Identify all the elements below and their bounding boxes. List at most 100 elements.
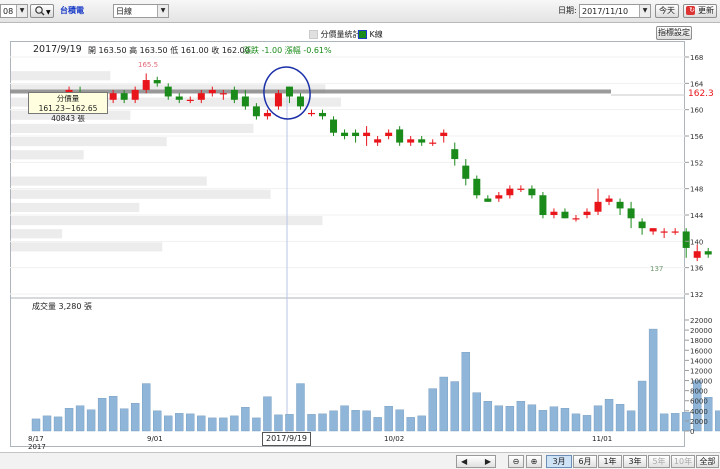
price-tick-label: 148 — [690, 186, 703, 194]
candle-body — [230, 89, 238, 100]
legend-profile-label: 分價量統計 — [320, 30, 361, 39]
zoom-all[interactable]: 全部 — [696, 455, 719, 468]
candle-body — [208, 89, 216, 94]
candle-body — [704, 251, 712, 255]
volume-bar — [659, 413, 669, 432]
volume-tick-label: 14000 — [690, 357, 712, 365]
volume-bar — [670, 413, 680, 432]
volume-bar — [494, 405, 504, 432]
zoom-out-icon: ⊖ — [512, 457, 520, 466]
candle-body — [539, 195, 547, 215]
zoom-1y[interactable]: 1年 — [598, 455, 622, 468]
volume-bar — [461, 352, 470, 432]
candle-body — [175, 96, 183, 100]
candle-body — [131, 89, 139, 100]
volume-tick-label: 20000 — [690, 327, 712, 335]
candle-body — [363, 132, 371, 136]
open-label: 開 — [88, 46, 96, 55]
volume-title: 成交量 3,280 張 — [32, 302, 92, 311]
x-label-year: 2017 — [28, 443, 46, 451]
candle-body — [495, 195, 503, 199]
volume-bar — [395, 409, 404, 432]
zoom-out-button[interactable]: ⊖ — [508, 455, 524, 468]
candle-body — [252, 106, 260, 117]
candle-body — [308, 112, 315, 115]
candle-body — [120, 93, 128, 100]
stock-chart[interactable]: 132 136 140 144 148 152 156 160 164 168 0 2000 4000… — [0, 0, 720, 468]
candle-body — [341, 132, 349, 136]
candle-body — [649, 228, 657, 232]
candle-body — [616, 201, 624, 209]
volume-bar — [582, 415, 592, 432]
volume-bar — [53, 416, 63, 432]
tooltip-range: 分價量161.23~162.65 — [38, 94, 98, 113]
current-price-readout: 162.3 — [688, 89, 714, 99]
volume-bar — [428, 388, 437, 432]
zoom-5y[interactable]: 5年 — [648, 455, 670, 468]
candle-body — [682, 231, 690, 248]
candle-body — [572, 218, 580, 220]
price-tick-label: 132 — [690, 291, 703, 299]
volume-bar — [153, 410, 162, 432]
profile-band — [11, 150, 84, 160]
legend-profile[interactable]: 分價量統計 — [309, 29, 361, 40]
candle-body — [285, 86, 293, 97]
zoom-6m[interactable]: 6月 — [573, 455, 597, 468]
scroll-right-icon[interactable]: ▶ — [485, 456, 491, 467]
price-tick-label: 140 — [690, 238, 703, 246]
volume-tick-label: 10000 — [690, 378, 712, 386]
zoom-in-button[interactable]: ⊕ — [526, 455, 542, 468]
candle-body — [693, 251, 701, 258]
volume-bar — [75, 405, 85, 432]
volume-bar — [417, 415, 426, 432]
candle-body — [517, 188, 525, 190]
volume-bar — [274, 414, 283, 432]
candle-body — [263, 112, 271, 117]
candle-body — [583, 211, 591, 215]
candle-body — [109, 93, 117, 100]
zoom-10y[interactable]: 10年 — [671, 455, 695, 468]
volume-bar — [439, 376, 448, 432]
volume-bar — [483, 401, 493, 432]
profile-band — [11, 216, 323, 226]
volume-bar — [626, 410, 636, 432]
profile-legend-swatch — [309, 30, 318, 39]
zoom-3m[interactable]: 3月 — [546, 455, 572, 468]
scroll-left-icon[interactable]: ◀ — [461, 456, 467, 467]
volume-tick-label: 2000 — [690, 418, 708, 426]
profile-band — [11, 137, 167, 147]
volume-bars — [31, 328, 720, 432]
profile-band — [11, 229, 63, 239]
volume-bar — [571, 413, 581, 432]
volume-bar — [527, 404, 537, 432]
x-label-start: 8/17 — [28, 435, 44, 443]
volume-bar — [230, 415, 239, 432]
volume-bar — [516, 401, 526, 432]
low-label: 低 — [170, 46, 179, 55]
profile-band — [11, 202, 140, 212]
zoom-3y[interactable]: 3年 — [623, 455, 647, 468]
volume-bar — [175, 413, 184, 432]
x-label-nov: 11/01 — [592, 435, 613, 443]
volume-bar — [197, 415, 206, 432]
volume-tick-label: 22000 — [690, 317, 712, 325]
volume-bar — [86, 409, 96, 432]
candle-body — [319, 112, 327, 117]
candle-body — [330, 119, 338, 133]
volume-bar — [681, 412, 691, 432]
candle-body — [627, 208, 635, 219]
legend-k-label: K線 — [369, 30, 383, 39]
volume-bar — [119, 408, 129, 432]
legend-k[interactable]: K線 — [358, 29, 383, 40]
price-tick-label: 164 — [690, 80, 704, 88]
volume-bar — [208, 417, 217, 432]
volume-bar — [384, 406, 393, 432]
candle-body — [197, 93, 205, 100]
volume-bar — [31, 418, 41, 432]
candle-body — [484, 198, 492, 202]
volume-bar — [604, 399, 614, 432]
volume-bar — [549, 406, 559, 432]
volume-bar — [593, 405, 603, 432]
candle-body — [396, 129, 404, 143]
scroll-track[interactable]: ◀ ▶ — [456, 455, 496, 468]
